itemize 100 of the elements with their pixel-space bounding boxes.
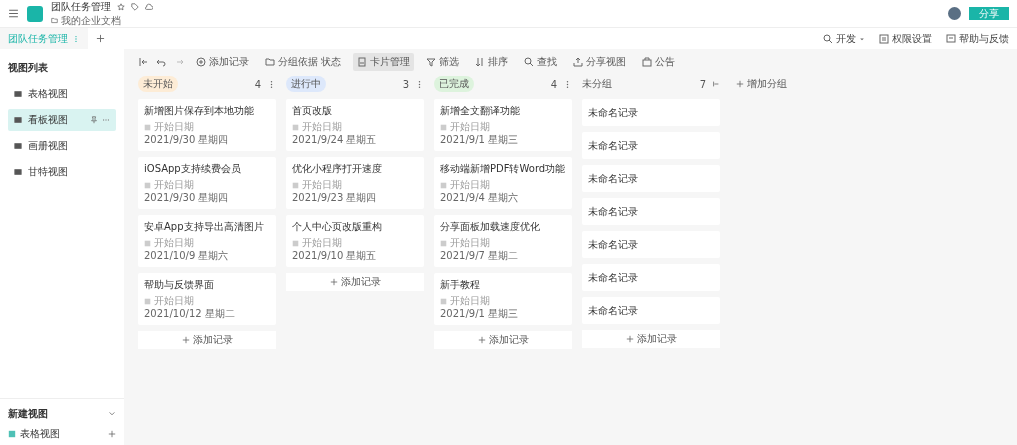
task-card[interactable]: 未命名记录 <box>582 231 720 258</box>
card-title: 未命名记录 <box>588 106 639 119</box>
card-title: 新手教程 <box>440 278 481 291</box>
view-item[interactable]: 看板视图 <box>8 109 116 131</box>
document-title: 团队任务管理 <box>51 0 111 14</box>
task-card[interactable]: 未命名记录 <box>582 99 720 126</box>
date-value: 2021/9/1 星期三 <box>440 134 520 146</box>
feedback-icon <box>946 33 956 44</box>
plus-icon <box>329 278 338 286</box>
view-item[interactable]: 画册视图 <box>8 135 116 157</box>
card-title: 移动端新增PDF转Word功能 <box>440 162 566 175</box>
date-value: 2021/9/10 星期五 <box>292 250 378 262</box>
task-card[interactable]: 分享面板加载速度优化 开始日期 2021/9/7 星期二 <box>434 215 572 267</box>
view-icon <box>14 116 22 124</box>
toolbar-action[interactable]: 开发 <box>836 31 856 46</box>
plus-icon <box>625 335 634 343</box>
task-card[interactable]: 帮助与反馈界面 开始日期 2021/10/12 星期二 <box>138 273 276 325</box>
tag-icon <box>131 2 139 11</box>
task-card[interactable]: 未命名记录 <box>582 264 720 291</box>
card-title: 未命名记录 <box>588 172 639 185</box>
view-item[interactable]: 表格视图 <box>8 83 116 105</box>
search-icon <box>524 57 535 67</box>
calendar-icon <box>144 123 151 131</box>
task-card[interactable]: 优化小程序打开速度 开始日期 2021/9/23 星期四 <box>286 157 424 209</box>
toolbar-button[interactable]: 分组依据 状态 <box>261 53 346 71</box>
star-icon <box>117 2 125 11</box>
field-label: 开始日期 <box>302 237 342 249</box>
task-card[interactable]: iOSApp支持续费会员 开始日期 2021/9/30 星期四 <box>138 157 276 209</box>
card-title: 未命名记录 <box>588 139 639 152</box>
calendar-icon <box>144 239 151 247</box>
date-value: 2021/10/12 星期二 <box>144 308 236 320</box>
toolbar-button[interactable]: 筛选 <box>422 53 464 71</box>
date-value: 2021/9/1 星期三 <box>440 308 520 320</box>
task-card[interactable]: 未命名记录 <box>582 297 720 324</box>
card-title: 新增图片保存到本地功能 <box>144 104 255 117</box>
card-count: 7 <box>699 78 706 90</box>
view-item[interactable]: 甘特视图 <box>8 161 116 183</box>
date-value: 2021/9/7 星期二 <box>440 250 520 262</box>
sidebar-title: 视图列表 <box>7 61 49 75</box>
card-icon <box>357 57 368 67</box>
new-view-option[interactable]: 表格视图 <box>20 427 60 441</box>
add-group-button[interactable]: 增加分组 <box>730 75 793 93</box>
card-title: 首页改版 <box>292 104 333 117</box>
folder-icon <box>51 17 58 24</box>
task-card[interactable]: 首页改版 开始日期 2021/9/24 星期五 <box>286 99 424 151</box>
status-tag: 未开始 <box>138 76 178 92</box>
card-title: iOSApp支持续费会员 <box>144 162 242 175</box>
card-title: 新增全文翻译功能 <box>440 104 521 117</box>
field-label: 开始日期 <box>450 295 490 307</box>
add-record-button[interactable]: 添加记录 <box>582 330 720 348</box>
field-label: 开始日期 <box>450 237 490 249</box>
card-title: 分享面板加载速度优化 <box>440 220 541 233</box>
card-title: 未命名记录 <box>588 238 639 251</box>
card-count: 4 <box>550 78 557 90</box>
task-card[interactable]: 安卓App支持导出高清图片 开始日期 2021/10/9 星期六 <box>138 215 276 267</box>
calendar-icon <box>440 181 447 189</box>
card-title: 安卓App支持导出高清图片 <box>144 220 265 233</box>
task-card[interactable]: 新增图片保存到本地功能 开始日期 2021/9/30 星期四 <box>138 99 276 151</box>
add-record-button[interactable]: 添加记录 <box>286 273 424 291</box>
sort-icon <box>475 57 486 67</box>
date-value: 2021/9/24 星期五 <box>292 134 378 146</box>
toolbar-button[interactable]: 排序 <box>471 53 513 71</box>
field-label: 开始日期 <box>154 237 194 249</box>
toolbar-button[interactable]: 卡片管理 <box>353 53 415 71</box>
breadcrumb[interactable]: 我的企业文档 <box>61 13 121 28</box>
card-title: 未命名记录 <box>588 271 639 284</box>
task-card[interactable]: 移动端新增PDF转Word功能 开始日期 2021/9/4 星期六 <box>434 157 572 209</box>
filter-icon <box>426 57 437 67</box>
add-record-button[interactable]: 添加记录 <box>138 331 276 349</box>
calendar-icon <box>144 181 151 189</box>
notice-icon <box>642 57 653 67</box>
task-card[interactable]: 未命名记录 <box>582 132 720 159</box>
plus-icon <box>736 80 744 88</box>
task-card[interactable]: 个人中心页改版重构 开始日期 2021/9/10 星期五 <box>286 215 424 267</box>
redo-icon <box>174 57 184 67</box>
toolbar-button[interactable]: 公告 <box>638 53 680 71</box>
task-card[interactable]: 新增全文翻译功能 开始日期 2021/9/1 星期三 <box>434 99 572 151</box>
view-icon <box>14 142 22 150</box>
card-title: 未命名记录 <box>588 205 639 218</box>
card-title: 优化小程序打开速度 <box>292 162 383 175</box>
add-tab-icon <box>96 33 105 43</box>
card-title: 个人中心页改版重构 <box>292 220 383 233</box>
calendar-icon <box>144 297 151 305</box>
date-value: 2021/9/30 星期四 <box>144 134 230 146</box>
calendar-icon <box>292 181 299 189</box>
toolbar-button[interactable]: 添加记录 <box>192 53 253 71</box>
toolbar-action[interactable]: 帮助与反馈 <box>959 31 1009 46</box>
toolbar-action[interactable]: 权限设置 <box>892 31 932 46</box>
calendar-icon <box>292 123 299 131</box>
toolbar-button[interactable]: 查找 <box>520 53 562 71</box>
status-tag: 进行中 <box>286 76 326 92</box>
field-label: 开始日期 <box>154 121 194 133</box>
menu-icon <box>8 8 19 19</box>
task-card[interactable]: 新手教程 开始日期 2021/9/1 星期三 <box>434 273 572 325</box>
task-card[interactable]: 未命名记录 <box>582 198 720 225</box>
add-record-button[interactable]: 添加记录 <box>434 331 572 349</box>
plus-icon <box>108 430 116 438</box>
task-card[interactable]: 未命名记录 <box>582 165 720 192</box>
toolbar-button[interactable]: 分享视图 <box>569 53 631 71</box>
avatar[interactable] <box>948 7 961 20</box>
